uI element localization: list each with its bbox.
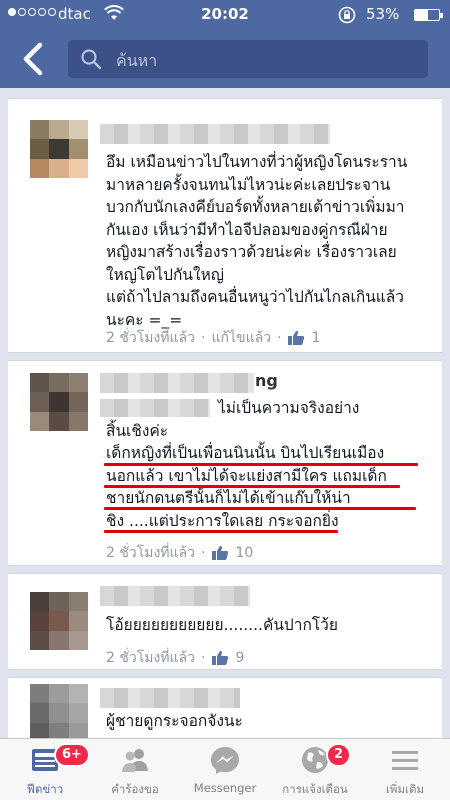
battery-percent: 53% [366,5,400,23]
like-count[interactable]: 10 [235,545,253,561]
news-feed-badge: 6+ [54,743,90,767]
comment-timestamp[interactable]: 2 ชั่วโมงที่แล้ว [106,542,195,564]
tab-label: คำร้องขอ [111,782,159,796]
like-thumb-icon[interactable] [211,545,229,561]
back-button[interactable] [18,40,48,78]
edited-label[interactable]: แก้ไขแล้ว [211,327,271,349]
comment-card: อึม เหมือนข่าวไปในทางที่ว่าผู้หญิงโดนระร… [8,98,442,353]
chevron-left-icon [23,42,43,76]
avatar[interactable] [30,373,88,431]
battery-icon [414,9,443,21]
comment-meta: 2 ชั่วโมงที่แล้ว · 9 [106,647,244,669]
tab-label: Messenger [193,781,257,795]
commenter-name[interactable] [100,124,330,144]
like-count[interactable]: 9 [235,650,244,666]
comment-meta: 2 ชั่วโมงที่แล้ว · 10 [106,542,253,564]
like-thumb-icon[interactable] [211,650,229,666]
tab-label: การแจ้งเตือน [282,782,348,796]
tab-messenger[interactable]: Messenger [180,739,270,800]
like-count[interactable]: 1 [311,330,320,346]
rotation-lock-icon [338,6,356,28]
search-placeholder: ค้นหา [116,51,158,70]
comment-meta: 2 ชั่วโมงที่แล้ว · แก้ไขแล้ว · 1 [106,327,320,349]
comment-card: ng ไม่เป็นความจริงอย่าง สิ้นเชิงค่ะ เด็ก… [8,360,442,566]
tab-label: ฟีดข่าว [26,782,64,796]
comment-timestamp[interactable]: 2 ชั่วโมงที่แล้ว [106,647,195,669]
comment-card: ผู้ชายดูกระจอกจังนะ [8,677,442,738]
comment-text: โอ้ยยยยยยยยยยย........คันปากโว้ย [106,616,338,634]
avatar[interactable] [30,684,88,738]
red-underline-mark [104,463,418,466]
comment-card: โอ้ยยยยยยยยยยย........คันปากโว้ย 2 ชั่วโ… [8,573,442,670]
commenter-name[interactable] [100,586,250,606]
avatar[interactable] [30,592,88,650]
status-bar: dtac 20:02 53% [0,0,450,30]
messenger-icon [211,747,239,774]
red-underline-mark [104,530,338,533]
bottom-tab-bar: 6+ ฟีดข่าว คำร้องขอ Messenger 2 การแจ้งเ… [0,738,450,800]
like-thumb-icon[interactable] [287,330,305,346]
navigation-bar: ค้นหา [0,30,450,88]
menu-icon [392,751,418,770]
red-underline-mark [104,485,400,488]
tab-more[interactable]: เพิ่มเติม [360,739,450,800]
tab-news-feed[interactable]: 6+ ฟีดข่าว [0,739,90,800]
commenter-name[interactable] [100,688,240,708]
comment-text: ผู้ชายดูกระจอกจังนะ [106,712,243,730]
search-icon [81,49,102,70]
search-input[interactable]: ค้นหา [68,40,428,78]
tab-notifications[interactable]: 2 การแจ้งเตือน [270,739,360,800]
notifications-badge: 2 [326,743,352,767]
red-underline-mark [104,507,416,510]
commenter-name[interactable] [100,373,254,393]
avatar[interactable] [30,120,88,178]
tab-friend-requests[interactable]: คำร้องขอ [90,739,180,800]
comment-feed[interactable]: อึม เหมือนข่าวไปในทางที่ว่าผู้หญิงโดนระร… [0,88,450,738]
comment-text: อึม เหมือนข่าวไปในทางที่ว่าผู้หญิงโดนระร… [106,153,408,329]
friend-requests-icon [122,749,148,772]
comment-timestamp[interactable]: 2 ชั่วโมงที่แล้ว [106,327,195,349]
commenter-name-visible[interactable]: ng [255,371,278,390]
tab-label: เพิ่มเติม [385,782,425,796]
